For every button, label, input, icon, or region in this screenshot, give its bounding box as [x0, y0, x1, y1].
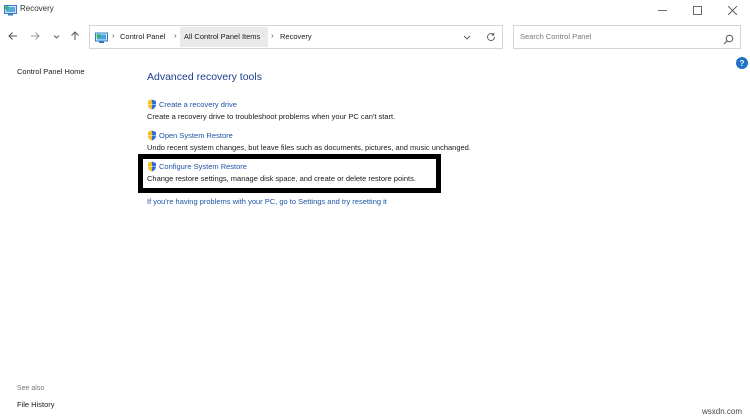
- task-description: Create a recovery drive to troubleshoot …: [147, 112, 396, 121]
- search-control-panel-input[interactable]: Search Control Panel: [513, 25, 741, 49]
- annotation-highlight-box: [138, 154, 441, 193]
- breadcrumb-recovery[interactable]: Recovery: [280, 32, 312, 41]
- recent-locations-chevron-icon[interactable]: [49, 29, 63, 43]
- uac-shield-icon: [148, 130, 156, 141]
- uac-shield-icon: [148, 99, 156, 110]
- breadcrumb-separator-icon: ›: [112, 31, 115, 40]
- control-panel-home-link[interactable]: Control Panel Home: [17, 67, 85, 76]
- window-title: Recovery: [20, 4, 54, 13]
- open-system-restore-link[interactable]: Open System Restore: [147, 130, 471, 141]
- breadcrumb-control-panel[interactable]: Control Panel: [120, 32, 165, 41]
- create-recovery-drive-label: Create a recovery drive: [159, 100, 237, 109]
- watermark: wsxdn.com: [701, 407, 742, 416]
- maximize-icon[interactable]: [680, 0, 715, 20]
- see-also-label: See also: [17, 385, 45, 392]
- breadcrumb-all-control-panel-items[interactable]: All Control Panel Items: [184, 32, 260, 41]
- breadcrumb-separator-icon: ›: [271, 31, 274, 40]
- file-history-link[interactable]: File History: [17, 400, 55, 409]
- forward-arrow-icon[interactable]: [28, 29, 42, 43]
- open-system-restore-label: Open System Restore: [159, 131, 233, 140]
- task-open-system-restore: Open System Restore Undo recent system c…: [147, 130, 471, 152]
- recovery-app-icon: [4, 3, 17, 16]
- help-icon[interactable]: ?: [736, 57, 748, 69]
- close-icon[interactable]: [715, 0, 750, 20]
- title-bar: Recovery: [0, 0, 750, 20]
- search-placeholder: Search Control Panel: [520, 32, 592, 41]
- task-create-recovery-drive: Create a recovery drive Create a recover…: [147, 99, 395, 121]
- refresh-icon[interactable]: [485, 31, 497, 43]
- minimize-icon[interactable]: [645, 0, 680, 20]
- breadcrumb-separator-icon: ›: [174, 31, 177, 40]
- search-icon[interactable]: [723, 32, 734, 45]
- up-arrow-icon[interactable]: [68, 29, 82, 43]
- address-bar[interactable]: › Control Panel › All Control Panel Item…: [89, 25, 503, 49]
- back-arrow-icon[interactable]: [6, 29, 20, 43]
- control-panel-icon: [95, 31, 108, 43]
- page-heading: Advanced recovery tools: [147, 71, 262, 83]
- create-recovery-drive-link[interactable]: Create a recovery drive: [147, 99, 395, 110]
- task-description: Undo recent system changes, but leave fi…: [147, 143, 471, 152]
- address-dropdown-chevron-icon[interactable]: [461, 31, 473, 43]
- reset-pc-link[interactable]: If you're having problems with your PC, …: [147, 197, 387, 206]
